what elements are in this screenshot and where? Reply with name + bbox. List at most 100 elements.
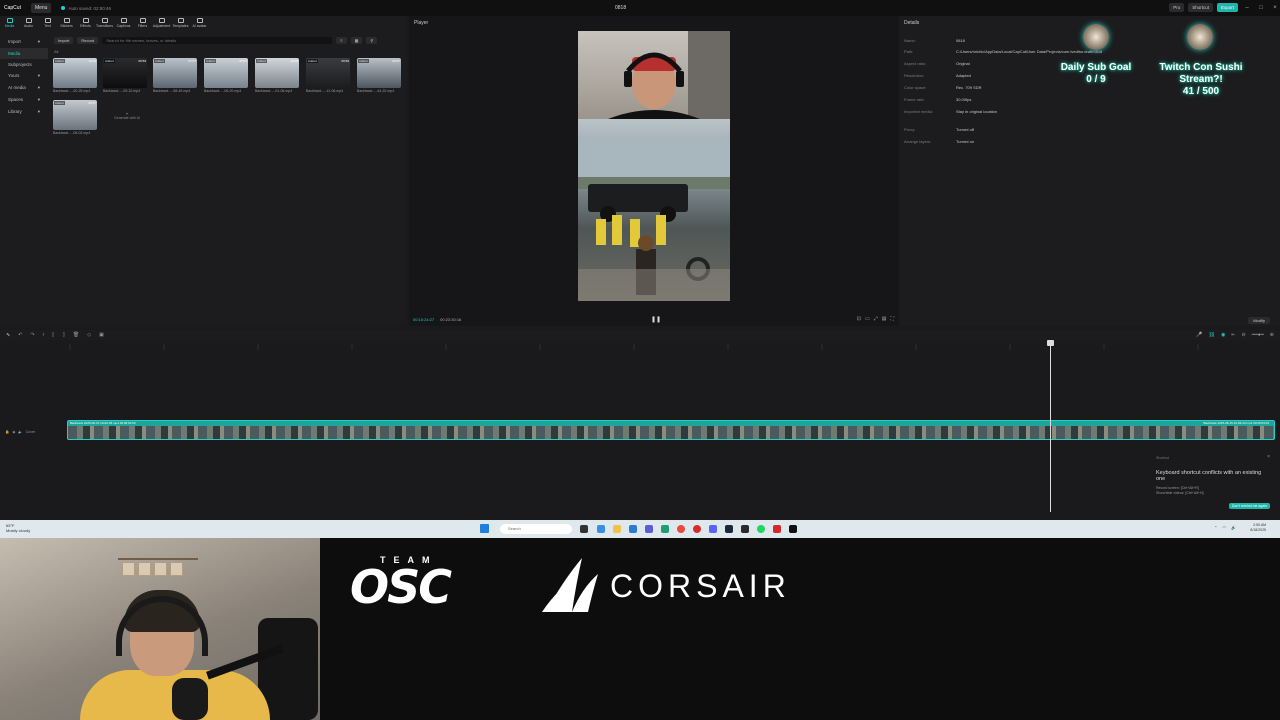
video-track-clip[interactable]: Backtrack 2025-08-15 19-00-35.mp4 00:09:… — [67, 420, 1275, 440]
pro-button[interactable]: Pro — [1169, 3, 1185, 12]
zoom-out-icon[interactable]: ⊖ — [1242, 332, 1246, 338]
taskbar-clock[interactable]: 2:50 AM 8/18/2025 — [1250, 523, 1266, 533]
sticker-icon — [63, 18, 70, 23]
cover-label[interactable]: Cover — [26, 430, 35, 434]
split-left-icon[interactable]: ⟦ — [52, 332, 54, 338]
file-explorer-icon[interactable] — [613, 525, 621, 533]
sidebar-item-yours[interactable]: Yours ▾ — [0, 70, 48, 82]
record-button[interactable]: Record — [77, 36, 99, 44]
split-right-icon[interactable]: ⟧ — [62, 332, 64, 338]
media-clip[interactable]: Added 09:57 Backtrack ...-44-22.mp4 — [357, 58, 401, 93]
delete-icon[interactable]: 🗑 — [73, 332, 79, 338]
weather-widget[interactable]: 65°F Mostly cloudy — [6, 523, 30, 533]
magnet-icon[interactable]: ◉ — [1221, 332, 1225, 338]
task-view-icon[interactable] — [580, 525, 588, 533]
minimize-icon[interactable]: – — [1242, 5, 1252, 11]
app-icon[interactable] — [741, 525, 749, 533]
preview-axis-icon[interactable]: ⇤ — [1231, 332, 1235, 338]
tab-transitions[interactable]: Transitions — [95, 16, 114, 32]
windows-start-icon[interactable] — [480, 524, 489, 533]
store-icon[interactable] — [629, 525, 637, 533]
app-icon[interactable] — [773, 525, 781, 533]
lock-icon[interactable]: 🔒 — [5, 430, 9, 434]
tab-audio[interactable]: Audio — [19, 16, 38, 32]
crop-icon[interactable]: ⊡ — [857, 316, 861, 322]
view-icon[interactable]: ▦ — [350, 36, 363, 44]
hide-icon[interactable]: ◉ — [12, 430, 15, 434]
steam-icon[interactable] — [725, 525, 733, 533]
fit-icon[interactable]: ⊕ — [1270, 332, 1274, 338]
split-icon[interactable]: ⟊ — [43, 332, 44, 338]
redo-icon[interactable]: ↷ — [30, 332, 34, 338]
sidebar-item-import[interactable]: Import ▾ — [0, 36, 48, 48]
discord-icon[interactable] — [709, 525, 717, 533]
video-preview[interactable] — [578, 31, 730, 301]
tab-captions[interactable]: Captions — [114, 16, 133, 32]
link-icon[interactable]: ⛓ — [1209, 332, 1215, 338]
sidebar-item-spaces[interactable]: Spaces ▾ — [0, 94, 48, 106]
quality-icon[interactable]: ▤ — [882, 316, 887, 322]
tab-ai-avatar[interactable]: AI avatar — [190, 16, 209, 32]
media-clip[interactable]: Added 07:57 Backtrack ...-58-49.mp4 — [153, 58, 197, 93]
copilot-icon[interactable] — [597, 525, 605, 533]
fullscreen-icon[interactable]: ⛶ — [890, 316, 894, 322]
playhead[interactable] — [1047, 340, 1054, 512]
teams-icon[interactable] — [645, 525, 653, 533]
pause-icon[interactable]: ❚❚ — [651, 316, 661, 323]
ratio-icon[interactable]: ▭ — [865, 316, 870, 322]
tab-filters[interactable]: Filters — [133, 16, 152, 32]
tab-text[interactable]: Text — [38, 16, 57, 32]
close-icon[interactable]: × — [1267, 454, 1270, 460]
export-button[interactable]: Export — [1216, 3, 1238, 12]
chevron-up-icon[interactable]: ⌃ — [1214, 525, 1217, 530]
sidebar-item-library[interactable]: Library ▾ — [0, 106, 48, 118]
maximize-icon[interactable]: □ — [1256, 5, 1266, 11]
mic-icon[interactable]: 🎤 — [1196, 332, 1202, 338]
zoom-icon[interactable]: ⤢ — [874, 316, 878, 322]
media-clip[interactable]: Added 09:57 Backtrack ...-06-02.mp4 — [53, 100, 97, 135]
modify-button[interactable]: Modify — [1248, 317, 1270, 324]
spotify-icon[interactable] — [757, 525, 765, 533]
marker-icon[interactable]: ◇ — [87, 332, 91, 338]
clip-duration: 09:57 — [239, 59, 247, 63]
select-icon[interactable]: ⬉ — [6, 332, 10, 338]
playhead-handle[interactable] — [1047, 340, 1054, 346]
capcut-icon[interactable] — [789, 525, 797, 533]
filter-all-label[interactable]: All — [54, 49, 58, 54]
menu-button[interactable]: Menu — [30, 3, 52, 13]
sidebar-item-ai-media[interactable]: AI media ▾ — [0, 82, 48, 94]
media-clip[interactable]: Added 09:59 Backtrack ...-09-10.mp4 — [103, 58, 147, 93]
import-button[interactable]: Import — [54, 36, 74, 44]
media-clip[interactable]: Added 10:00 Backtrack ...-00-25.mp4 — [53, 58, 97, 93]
tab-stickers[interactable]: Stickers — [57, 16, 76, 32]
streamer-image — [608, 31, 730, 119]
filter-icon[interactable]: ⚲ — [366, 36, 378, 44]
mute-icon[interactable]: 🔈 — [18, 430, 22, 434]
dont-remind-button[interactable]: Don't remind me again — [1228, 503, 1270, 509]
media-clip[interactable]: Added 10:00 Backtrack ...-01-06.mp4 — [255, 58, 299, 93]
sidebar-item-subprojects[interactable]: Subprojects — [0, 59, 48, 70]
taskbar-search-input[interactable]: Search — [500, 524, 572, 534]
chrome-icon[interactable] — [677, 525, 685, 533]
media-clip[interactable]: Added 09:57 Backtrack ...-06-20.mp4 — [204, 58, 248, 93]
tab-media[interactable]: Media — [0, 16, 19, 32]
tab-adjustment[interactable]: Adjustment — [152, 16, 171, 32]
volume-icon[interactable]: 🔊 — [1231, 525, 1236, 530]
media-clip[interactable]: Added 09:59 Backtrack ...-12-06.mp4 — [306, 58, 350, 93]
tab-templates[interactable]: Templates — [171, 16, 190, 32]
media-search-input[interactable]: Search for file names, leaves, or detail… — [102, 36, 333, 44]
sort-icon[interactable]: ≡ — [336, 36, 347, 44]
generate-with-ai-button[interactable]: ✦ Generate with AI — [105, 102, 149, 132]
tab-effects[interactable]: Effects — [76, 16, 95, 32]
zoom-slider[interactable]: ━━●━ — [1252, 332, 1264, 338]
undo-icon[interactable]: ↶ — [18, 332, 22, 338]
time-ruler[interactable] — [50, 342, 1280, 350]
sidebar-item-media[interactable]: Media — [0, 48, 48, 59]
edge-icon[interactable] — [661, 525, 669, 533]
wifi-icon[interactable]: ◠ — [1223, 525, 1227, 530]
stream-goal-subtitle: Stream?! — [1179, 74, 1223, 85]
close-icon[interactable]: × — [1270, 5, 1280, 11]
shortcut-button[interactable]: Shortcut — [1188, 3, 1213, 12]
obs-icon[interactable] — [693, 525, 701, 533]
freeze-icon[interactable]: ▣ — [99, 332, 104, 338]
